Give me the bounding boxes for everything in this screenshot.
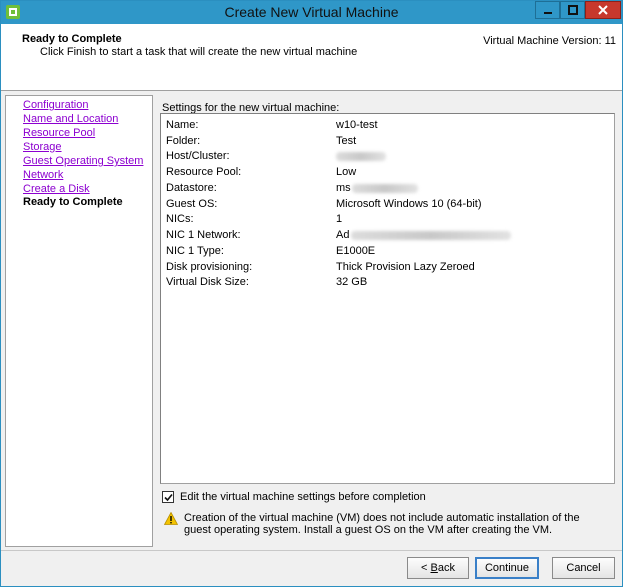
summary-row: NICs: 1 xyxy=(166,213,606,227)
summary-value: Microsoft Windows 10 (64-bit) xyxy=(336,198,482,210)
checkmark-icon xyxy=(163,493,173,501)
maximize-icon xyxy=(567,5,578,15)
minimize-icon xyxy=(543,12,552,14)
summary-value: Test xyxy=(336,135,357,147)
summary-value-redacted xyxy=(336,150,386,162)
summary-value-partial: ms xyxy=(336,182,418,194)
summary-row: Disk provisioning: Thick Provision Lazy … xyxy=(166,261,606,275)
warning-icon xyxy=(164,512,178,525)
summary-key: Resource Pool: xyxy=(166,166,242,178)
close-icon xyxy=(598,5,608,15)
summary-row: Guest OS: Microsoft Windows 10 (64-bit) xyxy=(166,198,606,212)
summary-key: Host/Cluster: xyxy=(166,150,230,162)
nav-item-configuration[interactable]: Configuration xyxy=(23,99,88,111)
nav-item-name-and-location[interactable]: Name and Location xyxy=(23,113,118,125)
summary-value: ms xyxy=(336,182,351,194)
edit-settings-checkbox[interactable] xyxy=(162,491,174,503)
summary-row: Host/Cluster: xyxy=(166,150,606,164)
wizard-steps-nav: Configuration Name and Location Resource… xyxy=(5,95,153,547)
summary-value: 1 xyxy=(336,213,343,225)
summary-value: w10-test xyxy=(336,119,378,131)
footer-divider xyxy=(1,550,622,551)
summary-key: Datastore: xyxy=(166,182,217,194)
nav-item-storage[interactable]: Storage xyxy=(23,141,62,153)
summary-row: NIC 1 Network: Ad xyxy=(166,229,606,243)
summary-key: Name: xyxy=(166,119,199,131)
summary-key: Guest OS: xyxy=(166,198,218,210)
summary-row: Virtual Disk Size: 32 GB xyxy=(166,276,606,290)
summary-value: Low xyxy=(336,166,357,178)
nav-item-network[interactable]: Network xyxy=(23,169,63,181)
warning-message: Creation of the virtual machine (VM) doe… xyxy=(184,512,580,536)
summary-row: Folder: Test xyxy=(166,135,606,149)
nav-item-create-disk[interactable]: Create a Disk xyxy=(23,183,90,195)
nav-item-resource-pool[interactable]: Resource Pool xyxy=(23,127,95,139)
page-subtitle: Click Finish to start a task that will c… xyxy=(40,46,358,58)
summary-key: Virtual Disk Size: xyxy=(166,276,249,288)
settings-summary-box: Name: w10-test Folder: Test Host/Cluster… xyxy=(160,113,615,484)
title-bar[interactable]: Create New Virtual Machine xyxy=(1,1,622,24)
summary-value: E1000E xyxy=(336,245,376,257)
summary-value: 32 GB xyxy=(336,276,368,288)
back-mnemonic: B xyxy=(430,562,438,574)
summary-key: NICs: xyxy=(166,213,194,225)
summary-key: NIC 1 Type: xyxy=(166,245,224,257)
summary-value: Thick Provision Lazy Zeroed xyxy=(336,261,475,273)
back-button[interactable]: < Back xyxy=(407,557,469,579)
wizard-header: Ready to Complete Click Finish to start … xyxy=(1,24,622,91)
summary-key: Folder: xyxy=(166,135,201,147)
vm-version-label: Virtual Machine Version: 11 xyxy=(483,35,616,47)
summary-row: Datastore: ms xyxy=(166,182,606,196)
cancel-button[interactable]: Cancel xyxy=(552,557,615,579)
summary-value-partial: Ad xyxy=(336,229,512,241)
edit-settings-option[interactable]: Edit the virtual machine settings before… xyxy=(162,490,426,504)
summary-row: Resource Pool: Low xyxy=(166,166,606,180)
back-label-rest: ack xyxy=(437,562,455,574)
summary-key: NIC 1 Network: xyxy=(166,229,241,241)
summary-key: Disk provisioning: xyxy=(166,261,253,273)
close-button[interactable] xyxy=(585,1,621,19)
summary-row: NIC 1 Type: E1000E xyxy=(166,245,606,259)
summary-value: Ad xyxy=(336,229,350,241)
minimize-button[interactable] xyxy=(535,1,560,19)
nav-item-ready-to-complete: Ready to Complete xyxy=(23,196,123,208)
maximize-button[interactable] xyxy=(560,1,585,19)
continue-button[interactable]: Continue xyxy=(475,557,539,579)
page-title: Ready to Complete xyxy=(22,33,122,45)
window-title: Create New Virtual Machine xyxy=(224,4,399,20)
nav-item-guest-os[interactable]: Guest Operating System xyxy=(23,155,143,167)
wizard-window: Create New Virtual Machine Ready to Comp… xyxy=(0,0,623,587)
back-prefix: < xyxy=(421,562,431,574)
summary-row: Name: w10-test xyxy=(166,119,606,133)
edit-settings-label[interactable]: Edit the virtual machine settings before… xyxy=(180,491,426,503)
